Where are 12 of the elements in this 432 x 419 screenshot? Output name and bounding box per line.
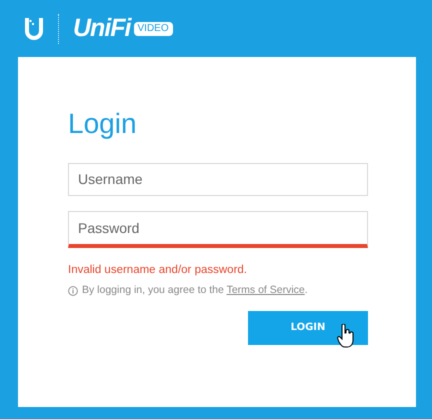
input-field[interactable]: Password	[68, 210, 368, 248]
product-tag: VIDEO	[134, 22, 173, 36]
error-message: Invalid username and/or password.	[68, 262, 248, 278]
login-title: Login	[68, 107, 138, 141]
logo-icon	[24, 18, 44, 40]
hand-cursor-icon	[337, 324, 355, 348]
brand-logo: UniFi	[73, 12, 130, 44]
terms-text: By logging in, you agree to the Terms of Service.	[82, 282, 308, 298]
info-icon	[68, 286, 78, 296]
terms-link[interactable]: Terms of Service	[226, 284, 305, 296]
login-button[interactable]: LOGIN	[248, 310, 368, 345]
input-field[interactable]: Username	[68, 162, 368, 196]
